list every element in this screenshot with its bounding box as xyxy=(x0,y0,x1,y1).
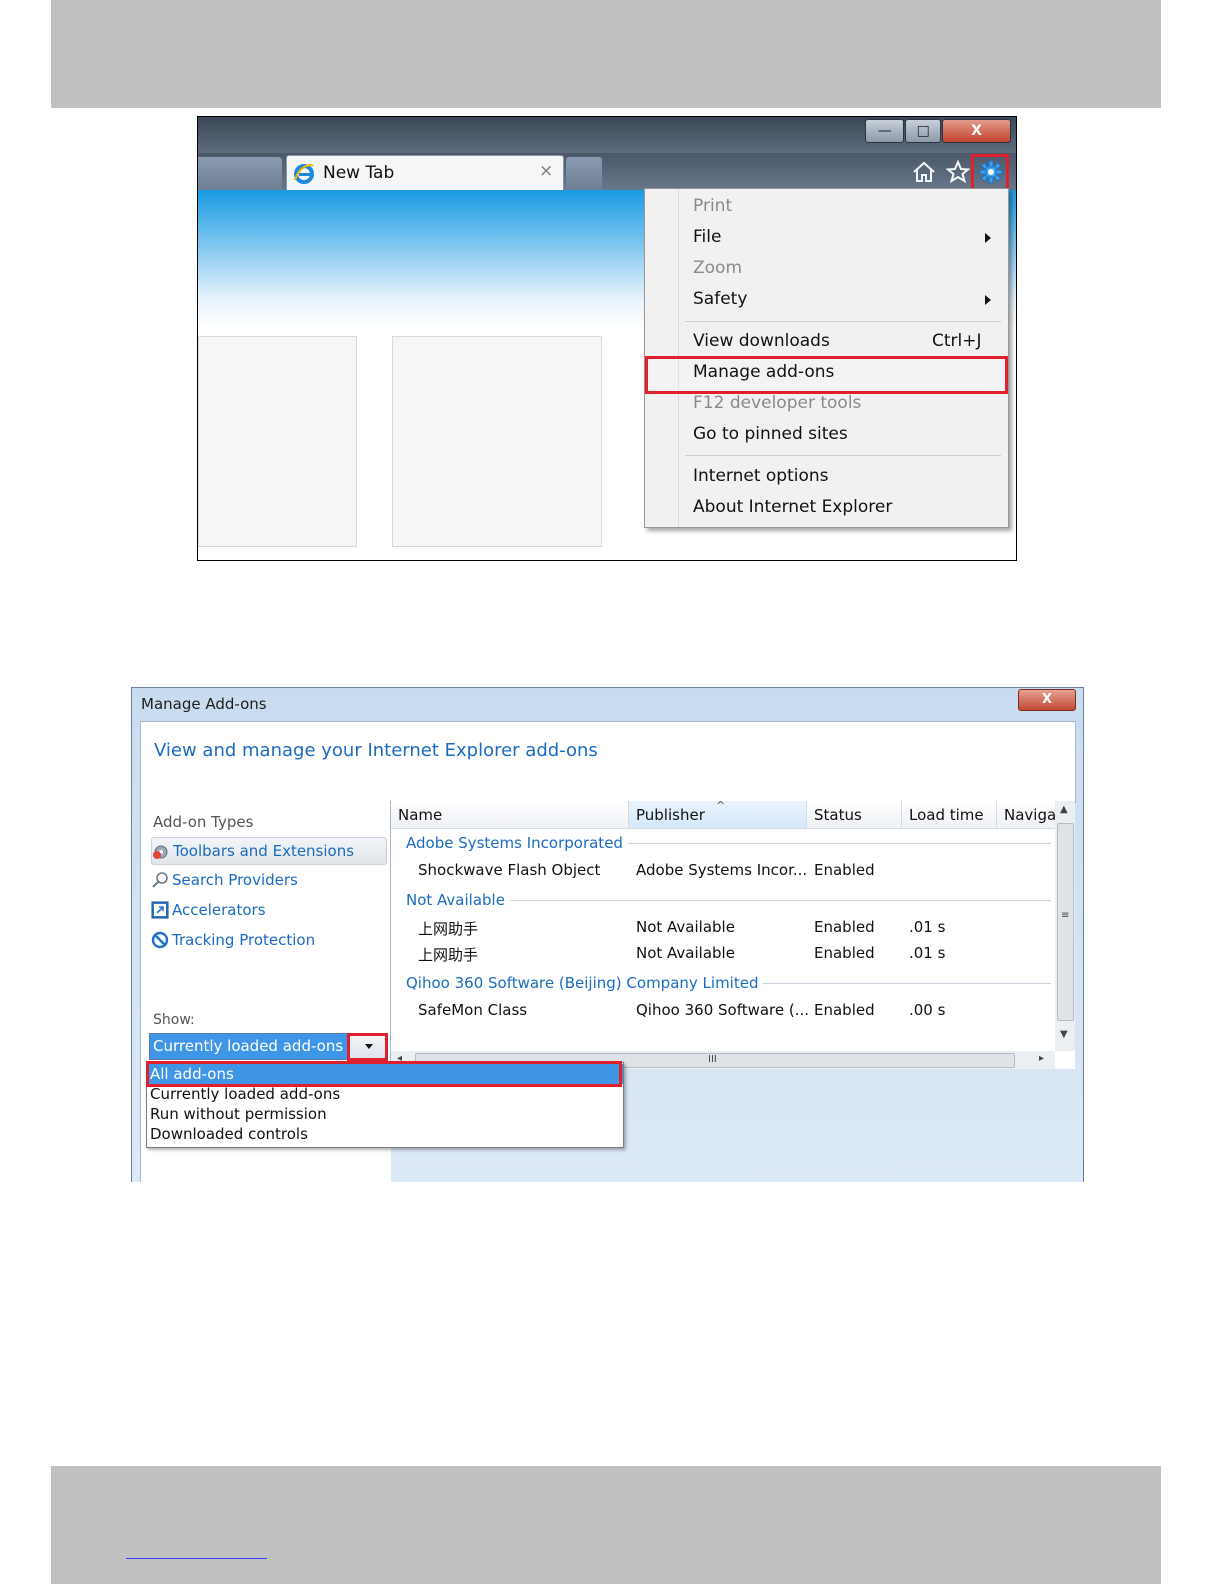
header-panel: View and manage your Internet Explorer a… xyxy=(140,721,1076,803)
addon-publisher: Adobe Systems Incor... xyxy=(636,861,808,879)
new-tab-button[interactable] xyxy=(566,157,602,190)
menu-item-manage-add-ons[interactable]: Manage add-ons xyxy=(693,362,834,382)
addon-publisher: Qihoo 360 Software (... xyxy=(636,1001,810,1019)
addon-publisher: Not Available xyxy=(636,944,735,962)
show-dropdown-value: Currently loaded add-ons xyxy=(153,1037,344,1055)
column-header-label: Load time xyxy=(909,806,984,824)
minimize-button[interactable]: — xyxy=(865,119,905,143)
addon-load-time: .01 s xyxy=(909,918,946,936)
addon-load-time: .00 s xyxy=(909,1001,946,1019)
vertical-scrollbar[interactable]: ▲ ≡ ▼ xyxy=(1055,801,1075,1051)
group-header: Adobe Systems Incorporated xyxy=(406,834,628,852)
close-button[interactable]: X xyxy=(941,119,1011,143)
accelerator-icon xyxy=(151,901,169,919)
submenu-arrow-icon xyxy=(985,233,991,243)
scroll-up-icon[interactable]: ▲ xyxy=(1060,804,1068,815)
favorites-star-icon[interactable] xyxy=(945,159,971,185)
window-controls: — □ X xyxy=(865,119,1011,143)
addon-type-toolbars-and-extensions[interactable]: Toolbars and Extensions xyxy=(151,837,387,865)
footer-link-underline[interactable] xyxy=(126,1558,267,1559)
gear-highlight-box xyxy=(971,154,1009,191)
column-header-label: Name xyxy=(398,806,443,824)
tab-close-icon[interactable]: × xyxy=(539,161,553,181)
menu-shortcut: Ctrl+J xyxy=(932,331,982,351)
dropdown-option-currently-loaded[interactable]: Currently loaded add-ons xyxy=(147,1084,623,1104)
menu-item-internet-options[interactable]: Internet options xyxy=(693,466,829,486)
tab-title: New Tab xyxy=(323,163,395,183)
tracking-protection-icon xyxy=(151,931,169,949)
addon-type-tracking-protection[interactable]: Tracking Protection xyxy=(151,927,385,953)
ie-titlebar: — □ X xyxy=(198,117,1016,153)
column-header-name[interactable]: Name xyxy=(391,801,629,829)
dropdown-option-downloaded-controls[interactable]: Downloaded controls xyxy=(147,1124,623,1144)
search-icon xyxy=(152,872,168,888)
submenu-arrow-icon xyxy=(985,295,991,305)
page-header-band xyxy=(51,0,1161,108)
addon-type-label: Toolbars and Extensions xyxy=(173,842,355,860)
menu-separator xyxy=(685,455,1001,456)
menu-item-about-internet-explorer[interactable]: About Internet Explorer xyxy=(693,497,892,517)
addon-name: 上网助手 xyxy=(418,946,479,964)
grip-icon: III xyxy=(708,1054,717,1065)
menu-item-f12-developer-tools: F12 developer tools xyxy=(693,393,862,413)
menu-item-zoom: Zoom xyxy=(693,258,743,278)
column-header-label: Status xyxy=(814,806,862,824)
column-header-status[interactable]: Status xyxy=(807,801,902,829)
page-title: View and manage your Internet Explorer a… xyxy=(154,740,598,761)
menu-item-go-to-pinned-sites[interactable]: Go to pinned sites xyxy=(693,424,848,444)
column-header-load-time[interactable]: Load time xyxy=(902,801,997,829)
scroll-right-icon[interactable]: ▸ xyxy=(1039,1053,1044,1064)
sort-ascending-icon: ^ xyxy=(716,799,726,812)
addon-name: Shockwave Flash Object xyxy=(418,861,601,879)
menu-item-file[interactable]: File xyxy=(693,227,721,247)
addon-type-label: Search Providers xyxy=(172,871,298,889)
page-footer-band xyxy=(51,1466,1161,1584)
window-title: Manage Add-ons xyxy=(141,695,267,713)
grip-icon: ≡ xyxy=(1061,910,1070,921)
addon-type-accelerators[interactable]: Accelerators xyxy=(151,897,385,923)
addon-publisher: Not Available xyxy=(636,918,735,936)
show-label: Show: xyxy=(153,1012,195,1028)
addon-types-label: Add-on Types xyxy=(153,813,254,831)
addons-list: Name Publisher ^ Status Load time Naviga… xyxy=(390,799,1075,1069)
menu-item-view-downloads[interactable]: View downloads xyxy=(693,331,830,351)
tab-new-tab[interactable]: New Tab × xyxy=(286,155,564,191)
ie-logo-icon xyxy=(294,163,314,184)
column-header-publisher[interactable]: Publisher ^ xyxy=(629,799,807,829)
addon-status: Enabled xyxy=(814,944,875,962)
site-tile[interactable] xyxy=(392,336,602,547)
column-header-navigation[interactable]: Naviga xyxy=(997,801,1056,829)
menu-separator xyxy=(685,321,1001,322)
ie-window-screenshot: — □ X New Tab × Print File Zoom Safety V… xyxy=(197,116,1017,561)
tools-menu: Print File Zoom Safety View downloads Ct… xyxy=(644,188,1009,528)
column-header-label: Naviga xyxy=(1004,806,1056,824)
menu-item-print: Print xyxy=(693,196,733,216)
addon-status: Enabled xyxy=(814,1001,875,1019)
addon-name: 上网助手 xyxy=(418,920,479,938)
addon-status: Enabled xyxy=(814,861,875,879)
scroll-down-icon[interactable]: ▼ xyxy=(1060,1029,1068,1040)
dropdown-button-highlight-box xyxy=(347,1033,388,1061)
background-tab[interactable] xyxy=(198,157,282,190)
addon-type-label: Tracking Protection xyxy=(172,931,316,949)
addon-name: SafeMon Class xyxy=(418,1001,528,1019)
dropdown-option-run-without-permission[interactable]: Run without permission xyxy=(147,1104,623,1124)
addon-type-label: Accelerators xyxy=(172,901,266,919)
column-header-label: Publisher xyxy=(636,806,705,824)
addon-status: Enabled xyxy=(814,918,875,936)
group-header: Qihoo 360 Software (Beijing) Company Lim… xyxy=(406,974,764,992)
site-tile[interactable] xyxy=(198,336,357,547)
maximize-button[interactable]: □ xyxy=(905,119,941,143)
all-add-ons-highlight-box xyxy=(146,1061,622,1087)
ie-tab-bar: New Tab × xyxy=(198,153,1016,191)
menu-item-safety[interactable]: Safety xyxy=(693,289,747,309)
home-icon[interactable] xyxy=(911,159,937,185)
group-header: Not Available xyxy=(406,891,510,909)
toolbars-extensions-icon xyxy=(153,845,168,859)
close-button[interactable]: X xyxy=(1018,689,1076,711)
addon-load-time: .01 s xyxy=(909,944,946,962)
scrollbar-thumb[interactable]: ≡ xyxy=(1057,823,1074,1021)
addon-type-search-providers[interactable]: Search Providers xyxy=(151,867,385,893)
